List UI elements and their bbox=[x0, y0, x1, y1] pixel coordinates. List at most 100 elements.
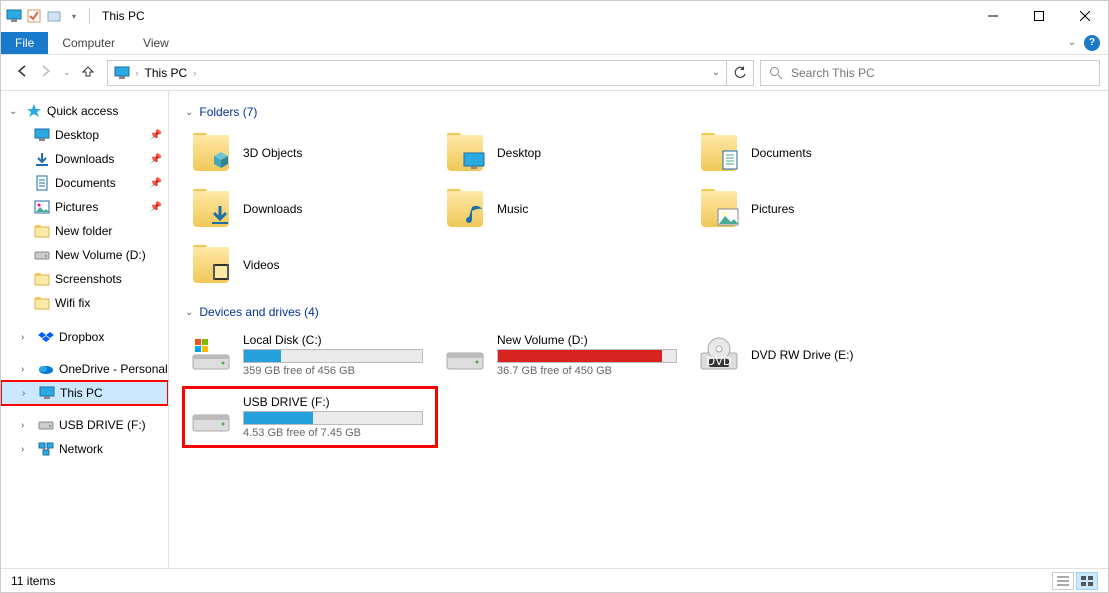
drive-local-disk-c-[interactable]: Local Disk (C:)359 GB free of 456 GB bbox=[185, 327, 435, 383]
drive-icon bbox=[443, 333, 487, 377]
folder-icon bbox=[189, 187, 233, 231]
section-title: Devices and drives (4) bbox=[199, 305, 318, 319]
folder-3d-objects[interactable]: 3D Objects bbox=[185, 127, 435, 179]
drive-usage-bar bbox=[243, 349, 423, 363]
dropbox-icon bbox=[37, 328, 55, 346]
tree-label: Desktop bbox=[55, 128, 99, 142]
ribbon-expand-icon[interactable]: ⌄ bbox=[1068, 37, 1076, 48]
sidebar-root-network[interactable]: ›Network bbox=[1, 437, 168, 461]
help-icon[interactable]: ? bbox=[1084, 35, 1100, 51]
folder-documents[interactable]: Documents bbox=[693, 127, 943, 179]
tree-label: Quick access bbox=[47, 104, 118, 118]
folder-label: 3D Objects bbox=[243, 146, 302, 160]
tree-label: USB DRIVE (F:) bbox=[59, 418, 146, 432]
app-icon bbox=[5, 7, 23, 25]
folder-icon bbox=[189, 243, 233, 287]
drive-label: New Volume (D:) bbox=[497, 333, 685, 347]
forward-button[interactable] bbox=[39, 64, 53, 81]
folder-videos[interactable]: Videos bbox=[185, 239, 435, 291]
folder-icon bbox=[33, 270, 51, 288]
folder-downloads[interactable]: Downloads bbox=[185, 183, 435, 235]
tab-computer[interactable]: Computer bbox=[48, 32, 129, 54]
refresh-button[interactable] bbox=[726, 60, 754, 86]
minimize-button[interactable] bbox=[970, 1, 1016, 31]
window-title: This PC bbox=[102, 9, 145, 23]
folder-label: Pictures bbox=[751, 202, 794, 216]
breadcrumb[interactable]: This PC bbox=[145, 66, 188, 80]
monitor-icon bbox=[114, 66, 130, 80]
monitor-icon bbox=[38, 384, 56, 402]
statusbar: 11 items bbox=[1, 568, 1108, 592]
folder-desktop[interactable]: Desktop bbox=[439, 127, 689, 179]
sidebar-root-onedrive-personal[interactable]: ›OneDrive - Personal bbox=[1, 357, 168, 381]
drive-new-volume-d-[interactable]: New Volume (D:)36.7 GB free of 450 GB bbox=[439, 327, 689, 383]
tree-label: Screenshots bbox=[55, 272, 122, 286]
picture-icon bbox=[33, 198, 51, 216]
folder-icon bbox=[443, 187, 487, 231]
usb-icon bbox=[37, 416, 55, 434]
network-icon bbox=[37, 440, 55, 458]
tree-label: OneDrive - Personal bbox=[59, 362, 168, 376]
maximize-button[interactable] bbox=[1016, 1, 1062, 31]
tree-label: Downloads bbox=[55, 152, 114, 166]
search-input[interactable]: Search This PC bbox=[760, 60, 1100, 86]
tree-label: Dropbox bbox=[59, 330, 104, 344]
sidebar-item-wifi-fix[interactable]: Wifi fix bbox=[1, 291, 168, 315]
qat-newfolder-icon[interactable] bbox=[45, 7, 63, 25]
sidebar-root-usb-drive-f-[interactable]: ›USB DRIVE (F:) bbox=[1, 413, 168, 437]
folder-icon bbox=[443, 131, 487, 175]
folder-label: Videos bbox=[243, 258, 279, 272]
details-view-button[interactable] bbox=[1052, 572, 1074, 590]
file-tab[interactable]: File bbox=[1, 32, 48, 54]
pin-icon: 📌 bbox=[150, 202, 162, 213]
recent-dropdown-icon[interactable]: ⌄ bbox=[63, 67, 71, 78]
section-title: Folders (7) bbox=[199, 105, 257, 119]
navbar: ⌄ › This PC › ⌄ Search This PC bbox=[1, 55, 1108, 91]
section-drives-header[interactable]: ⌄Devices and drives (4) bbox=[185, 305, 1092, 319]
sidebar-item-documents[interactable]: Documents📌 bbox=[1, 171, 168, 195]
folder-icon bbox=[697, 187, 741, 231]
onedrive-icon bbox=[37, 360, 55, 378]
drive-dvd-rw-drive-e-[interactable]: DVD DVD RW Drive (E:) bbox=[693, 327, 943, 383]
sidebar-item-new-volume-d-[interactable]: New Volume (D:) bbox=[1, 243, 168, 267]
sidebar-item-screenshots[interactable]: Screenshots bbox=[1, 267, 168, 291]
close-button[interactable] bbox=[1062, 1, 1108, 31]
folder-music[interactable]: Music bbox=[439, 183, 689, 235]
address-dropdown-icon[interactable]: ⌄ bbox=[712, 67, 720, 78]
status-count: 11 items bbox=[11, 574, 55, 588]
tab-view[interactable]: View bbox=[129, 32, 183, 54]
pin-icon: 📌 bbox=[150, 154, 162, 165]
sidebar-quick-access[interactable]: ⌄Quick access bbox=[1, 99, 168, 123]
folder-label: Documents bbox=[751, 146, 812, 160]
qat-dropdown-icon[interactable]: ▾ bbox=[65, 7, 83, 25]
sidebar: ⌄Quick accessDesktop📌Downloads📌Documents… bbox=[1, 91, 169, 568]
back-button[interactable] bbox=[15, 64, 29, 81]
sidebar-item-desktop[interactable]: Desktop📌 bbox=[1, 123, 168, 147]
ribbon: File Computer View ⌄ ? bbox=[1, 31, 1108, 55]
tree-label: New folder bbox=[55, 224, 112, 238]
up-button[interactable] bbox=[81, 64, 95, 81]
tree-label: Network bbox=[59, 442, 103, 456]
tiles-view-button[interactable] bbox=[1076, 572, 1098, 590]
drive-label: USB DRIVE (F:) bbox=[243, 395, 431, 409]
folder-icon bbox=[33, 222, 51, 240]
folder-pictures[interactable]: Pictures bbox=[693, 183, 943, 235]
drive-free-text: 359 GB free of 456 GB bbox=[243, 365, 431, 377]
sidebar-root-this-pc[interactable]: ›This PC bbox=[1, 381, 168, 405]
star-icon bbox=[25, 102, 43, 120]
sidebar-root-dropbox[interactable]: ›Dropbox bbox=[1, 325, 168, 349]
section-folders-header[interactable]: ⌄Folders (7) bbox=[185, 105, 1092, 119]
document-icon bbox=[33, 174, 51, 192]
drive-free-text: 4.53 GB free of 7.45 GB bbox=[243, 427, 431, 439]
sidebar-item-pictures[interactable]: Pictures📌 bbox=[1, 195, 168, 219]
sidebar-item-downloads[interactable]: Downloads 📌 bbox=[1, 147, 168, 171]
search-placeholder: Search This PC bbox=[791, 66, 875, 80]
qat-properties-icon[interactable] bbox=[25, 7, 43, 25]
address-bar[interactable]: › This PC › ⌄ bbox=[107, 60, 727, 86]
drive-label: DVD RW Drive (E:) bbox=[751, 348, 939, 362]
titlebar: ▾ This PC bbox=[1, 1, 1108, 31]
svg-text:DVD: DVD bbox=[706, 354, 732, 368]
drive-usb-drive-f-[interactable]: USB DRIVE (F:) 4.53 GB free of 7.45 GB bbox=[185, 389, 435, 445]
tree-label: New Volume (D:) bbox=[55, 248, 146, 262]
sidebar-item-new-folder[interactable]: New folder bbox=[1, 219, 168, 243]
